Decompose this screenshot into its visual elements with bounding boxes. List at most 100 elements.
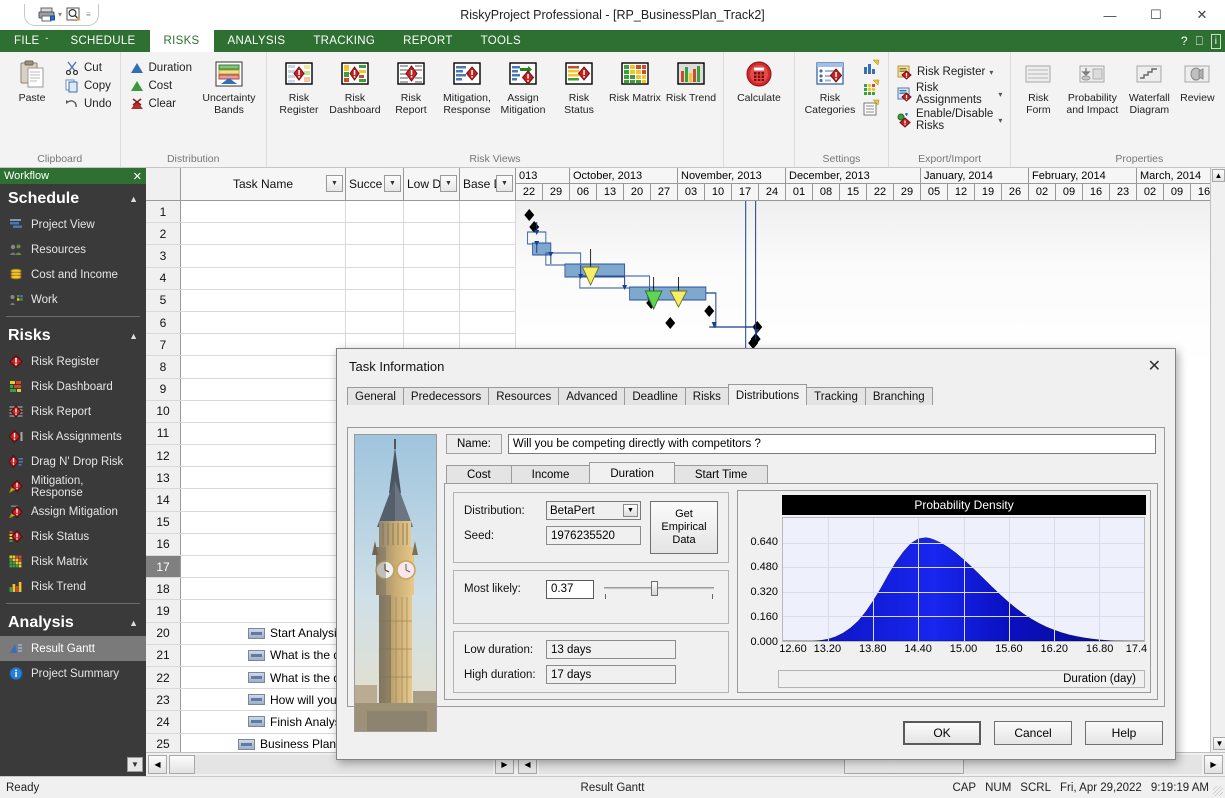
cell-base-duration[interactable] [460, 245, 516, 266]
cell-base-duration[interactable] [460, 201, 516, 222]
cell-task-name[interactable]: What is the de [181, 645, 346, 666]
risk-matrix-button[interactable]: Risk Matrix [607, 55, 663, 108]
print-preview-icon[interactable] [63, 6, 85, 24]
display-options-icon[interactable]: ⎕ [1196, 34, 1203, 49]
settings-matrix-icon[interactable] [863, 79, 882, 98]
gantt-vertical-scrollbar[interactable]: ▲ ▼ [1210, 168, 1225, 752]
calculate-button[interactable]: Calculate [728, 55, 790, 108]
most-likely-input[interactable]: 0.37 [546, 580, 594, 599]
waterfall-diagram-button[interactable]: Waterfall Diagram [1123, 55, 1175, 119]
cell-low-duration[interactable] [404, 268, 460, 289]
chevron-up-icon[interactable]: ▲ [129, 618, 138, 628]
column-header-low-duration[interactable]: Low Du ▼ [404, 168, 460, 200]
sidebar-section-schedule[interactable]: Schedule ▲ [0, 184, 146, 212]
row-number[interactable]: 3 [146, 245, 181, 266]
close-icon[interactable]: ✕ [1142, 356, 1167, 376]
duration-distribution-button[interactable]: Duration [125, 59, 196, 77]
row-number[interactable]: 14 [146, 489, 181, 510]
sidebar-item-risk-status[interactable]: Risk Status [0, 524, 146, 549]
maximize-button[interactable]: ☐ [1133, 0, 1179, 30]
cell-task-name[interactable] [181, 512, 346, 533]
cell-task-name[interactable]: How will you [181, 689, 346, 710]
help-button[interactable]: Help [1085, 721, 1163, 745]
seed-input[interactable]: 1976235520 [546, 526, 641, 545]
row-number[interactable]: 19 [146, 600, 181, 621]
tab-tools[interactable]: TOOLS [467, 30, 535, 52]
chevron-down-icon[interactable]: ▼ [326, 175, 343, 192]
help-icon[interactable]: ? [1181, 34, 1188, 48]
row-number[interactable]: 9 [146, 379, 181, 400]
review-button[interactable]: Review [1175, 55, 1219, 108]
row-number[interactable]: 20 [146, 623, 181, 644]
cut-button[interactable]: Cut [60, 59, 116, 77]
distribution-select[interactable]: BetaPert ▼ [546, 501, 641, 520]
cell-low-duration[interactable] [404, 290, 460, 311]
sidebar-item-risk-dashboard[interactable]: Risk Dashboard [0, 374, 146, 399]
tab-resources[interactable]: Resources [488, 387, 559, 405]
ok-button[interactable]: OK [903, 721, 981, 745]
cell-task-name[interactable]: What is the de [181, 667, 346, 688]
row-number[interactable]: 16 [146, 534, 181, 555]
scroll-down-button[interactable]: ▼ [1213, 737, 1225, 750]
chevron-down-icon[interactable]: ▼ [440, 175, 457, 192]
settings-list-icon[interactable] [863, 99, 882, 118]
cell-task-name[interactable] [181, 312, 346, 333]
scroll-left-button[interactable]: ◀ [148, 755, 167, 774]
tab-tracking[interactable]: Tracking [806, 387, 866, 405]
row-number[interactable]: 5 [146, 290, 181, 311]
row-number[interactable]: 15 [146, 512, 181, 533]
cell-task-name[interactable] [181, 268, 346, 289]
cell-success-rate[interactable] [346, 268, 404, 289]
sidebar-item-cost-and-income[interactable]: Cost and Income [0, 262, 146, 287]
cell-task-name[interactable] [181, 356, 346, 377]
sidebar-item-drag-n-drop-risk[interactable]: Drag N' Drop Risk [0, 449, 146, 474]
row-number[interactable]: 7 [146, 334, 181, 355]
tab-branching[interactable]: Branching [865, 387, 933, 405]
sidebar-item-resources[interactable]: Resources [0, 237, 146, 262]
paste-button[interactable]: Paste [4, 55, 60, 108]
sidebar-scroll-down-button[interactable]: ▼ [127, 757, 143, 772]
scroll-up-button[interactable]: ▲ [1212, 169, 1225, 182]
cell-success-rate[interactable] [346, 245, 404, 266]
cell-task-name[interactable] [181, 556, 346, 577]
tab-report[interactable]: REPORT [389, 30, 467, 52]
row-number[interactable]: 8 [146, 356, 181, 377]
cell-task-name[interactable] [181, 578, 346, 599]
qat-more-icon[interactable]: ≡ [86, 10, 91, 19]
print-icon[interactable] [35, 6, 57, 24]
cell-success-rate[interactable] [346, 290, 404, 311]
sidebar-item-risk-report[interactable]: Risk Report [0, 399, 146, 424]
chevron-down-icon[interactable]: ▼ [623, 504, 638, 517]
sidebar-section-analysis[interactable]: Analysis ▲ [0, 608, 146, 636]
column-header-task-name[interactable]: Task Name ▼ [181, 168, 346, 200]
row-number[interactable]: 23 [146, 689, 181, 710]
probability-impact-button[interactable]: Probability and Impact [1061, 55, 1123, 119]
cell-base-duration[interactable] [460, 312, 516, 333]
row-number[interactable]: 11 [146, 423, 181, 444]
chevron-down-icon[interactable]: ▾ [998, 116, 1002, 125]
cell-success-rate[interactable] [346, 312, 404, 333]
cancel-button[interactable]: Cancel [994, 721, 1072, 745]
cell-task-name[interactable] [181, 600, 346, 621]
sidebar-item-risk-matrix[interactable]: Risk Matrix [0, 549, 146, 574]
cell-low-duration[interactable] [404, 312, 460, 333]
cell-task-name[interactable]: Finish Analysi [181, 711, 346, 732]
cell-low-duration[interactable] [404, 201, 460, 222]
row-number[interactable]: 6 [146, 312, 181, 333]
tab-schedule[interactable]: SCHEDULE [56, 30, 149, 52]
risk-status-button[interactable]: Risk Status [551, 55, 607, 119]
risk-report-button[interactable]: Risk Report [383, 55, 439, 119]
print-dropdown-icon[interactable]: ▾ [58, 10, 62, 19]
cell-task-name[interactable] [181, 489, 346, 510]
tab-file[interactable]: FILE ˇ [0, 30, 56, 52]
subtab-duration[interactable]: Duration [589, 462, 674, 483]
subtab-start-time[interactable]: Start Time [674, 465, 768, 483]
chevron-down-icon[interactable]: ▼ [496, 175, 513, 192]
row-number[interactable]: 2 [146, 223, 181, 244]
tab-advanced[interactable]: Advanced [558, 387, 625, 405]
sidebar-item-project-summary[interactable]: Project Summary [0, 661, 146, 686]
sidebar-item-mitigation-response[interactable]: Mitigation, Response [0, 474, 146, 499]
sidebar-item-risk-register[interactable]: Risk Register [0, 349, 146, 374]
copy-button[interactable]: Copy [60, 77, 116, 95]
chevron-up-icon[interactable]: ▲ [129, 331, 138, 341]
